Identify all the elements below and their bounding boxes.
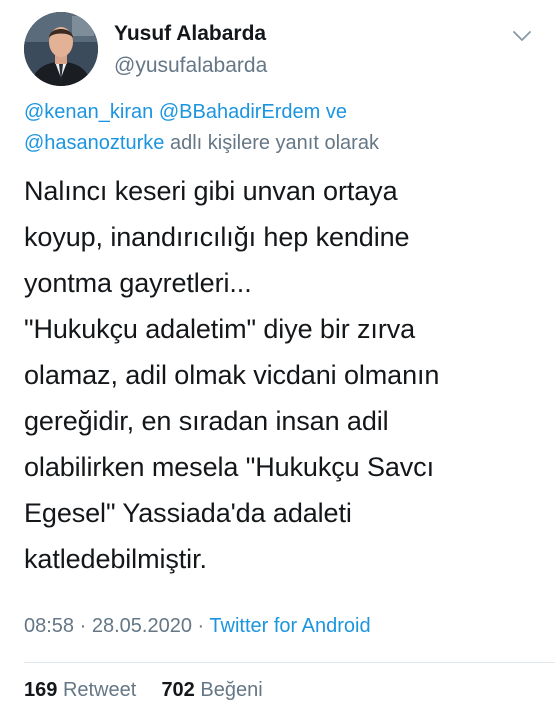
divider	[24, 662, 555, 663]
reply-suffix: adlı kişilere yanıt olarak	[169, 132, 379, 154]
tweet-text-line: Egesel" Yassiada'da adaleti	[24, 498, 352, 528]
profile-photo-icon	[24, 12, 98, 86]
reply-context: @kenan_kiran @BBahadirErdem ve @hasanozt…	[24, 97, 534, 159]
retweet-label: Retweet	[62, 679, 137, 701]
like-count: 702	[161, 679, 195, 701]
like-label: Beğeni	[200, 679, 263, 701]
mention-link[interactable]: @kenan_kiran	[24, 101, 153, 123]
tweet-text-line: "Hukukçu adaletim" diye bir zırva	[24, 314, 416, 344]
like-stat[interactable]: 702 Beğeni	[161, 679, 262, 701]
retweet-stat[interactable]: 169 Retweet	[24, 679, 142, 701]
user-handle[interactable]: @yusufalabarda	[114, 54, 267, 78]
meta-separator: ·	[79, 615, 87, 637]
tweet-text-line: katledebilmiştir.	[24, 544, 207, 574]
tweet-text-line: olabilirken mesela "Hukukçu Savcı	[24, 452, 434, 482]
tweet-text-line: olamaz, adil olmak vicdani olmanın	[24, 360, 440, 390]
tweet-stats: 169 Retweet 702 Beğeni	[24, 679, 263, 702]
retweet-count: 169	[24, 679, 58, 701]
tweet-date[interactable]: 28.05.2020	[92, 615, 192, 637]
tweet-text-line: Nalıncı keseri gibi unvan ortaya	[24, 176, 398, 206]
tweet-source-link[interactable]: Twitter for Android	[209, 615, 370, 637]
tweet-text-line: gereğidir, en sıradan insan adil	[24, 406, 389, 436]
avatar[interactable]	[24, 12, 98, 86]
mention-link[interactable]: @BBahadirErdem	[159, 101, 320, 123]
tweet-time[interactable]: 08:58	[24, 615, 74, 637]
meta-separator: ·	[197, 615, 205, 637]
chevron-down-icon[interactable]	[510, 24, 534, 48]
tweet-text-line: yontma gayretleri...	[24, 268, 252, 298]
tweet-text: Nalıncı keseri gibi unvan ortaya koyup, …	[24, 168, 544, 582]
mention-link[interactable]: @hasanozturke	[24, 132, 164, 154]
tweet-detail: Yusuf Alabarda @yusufalabarda @kenan_kir…	[0, 0, 555, 719]
tweet-meta: 08:58 · 28.05.2020 · Twitter for Android	[24, 615, 371, 638]
reply-connector: ve	[325, 101, 348, 123]
display-name[interactable]: Yusuf Alabarda	[114, 22, 266, 46]
tweet-text-line: koyup, inandırıcılığı hep kendine	[24, 222, 410, 252]
